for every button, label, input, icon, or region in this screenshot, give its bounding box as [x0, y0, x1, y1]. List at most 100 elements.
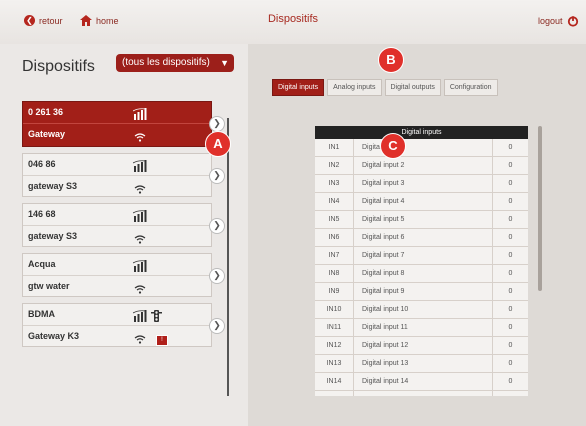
input-code: IN13 — [315, 355, 354, 372]
device-name: gateway S3 — [28, 181, 78, 191]
wifi-icon — [134, 129, 146, 147]
page-title: Dispositifs — [267, 13, 319, 25]
table-row: IN3 Digital input 3 0 — [315, 175, 528, 193]
input-label: Digital input 6 — [354, 229, 493, 246]
wifi-icon — [134, 331, 146, 349]
tab-configuration[interactable]: Configuration — [443, 79, 498, 96]
device-name: Gateway K3 — [28, 331, 80, 341]
input-value: 0 — [508, 360, 513, 367]
device-filter-select[interactable]: (tous les dispositifs) ▼ — [116, 54, 234, 72]
device-status-icons — [132, 259, 147, 277]
device-status-icons — [132, 159, 147, 177]
device-open-button[interactable]: ❯ — [209, 318, 225, 334]
table-row: IN12 Digital input 12 0 — [315, 337, 528, 355]
input-value: 0 — [508, 216, 513, 223]
tab-digital-outputs[interactable]: Digital outputs — [384, 79, 441, 96]
input-label: Digital input 11 — [354, 319, 493, 336]
devices-heading: Dispositifs — [22, 58, 95, 75]
device-name: Gateway — [28, 129, 66, 139]
signal-bars-icon — [132, 259, 147, 277]
device-card[interactable]: 146 68 gateway S3 ❯ — [22, 203, 225, 249]
input-code: IN1 — [315, 139, 354, 156]
input-label: Digital input 9 — [354, 283, 493, 300]
device-open-button[interactable]: ❯ — [209, 218, 225, 234]
device-status-icons — [132, 309, 162, 327]
table-row: IN4 Digital input 4 0 — [315, 193, 528, 211]
input-value: 0 — [508, 144, 513, 151]
table-row: IN14 Digital input 14 0 — [315, 373, 528, 391]
device-card[interactable]: Acqua gtw water ❯ — [22, 253, 225, 299]
table-body: IN1Digital input 10IN2Digital input 20IN… — [315, 139, 528, 396]
device-id: BDMA — [23, 304, 211, 326]
signal-bars-icon — [132, 309, 147, 327]
marker-a: A — [205, 131, 231, 157]
table-row: IN1Digital input 1 0 — [315, 139, 528, 157]
input-label: Digital input 1 — [354, 139, 493, 156]
input-label: Digital input 12 — [354, 337, 493, 354]
device-list-scrollbar[interactable] — [227, 118, 229, 396]
input-label: Digital input 14 — [354, 373, 493, 390]
input-value: 0 — [508, 252, 513, 259]
table-row: IN6 Digital input 6 0 — [315, 229, 528, 247]
input-code: IN3 — [315, 175, 354, 192]
chevron-down-icon: ▼ — [220, 58, 229, 68]
signal-bars-icon — [132, 107, 147, 125]
wifi-icon — [134, 231, 146, 249]
device-filter-value: (tous les dispositifs) — [122, 57, 210, 68]
logout-button[interactable]: logout — [538, 15, 579, 27]
marker-b: B — [378, 47, 404, 73]
device-connection-icons — [134, 129, 146, 147]
input-label: Digital input 10 — [354, 301, 493, 318]
top-bar: ❮ retour home Dispositifs logout — [0, 0, 586, 45]
device-list: 0 261 36 Gateway ❯ 046 86 gateway S3 ❯ 146 68 g… — [22, 101, 232, 353]
input-value: 0 — [508, 324, 513, 331]
table-row: IN5 Digital input 5 0 — [315, 211, 528, 229]
device-status-icons — [132, 209, 147, 227]
input-code: IN7 — [315, 247, 354, 264]
input-label: Digital input 8 — [354, 265, 493, 282]
device-open-button[interactable]: ❯ — [209, 116, 225, 132]
tab-digital-inputs[interactable]: Digital inputs — [272, 79, 325, 96]
device-name: gateway S3 — [28, 231, 78, 241]
input-code: IN12 — [315, 337, 354, 354]
signal-bars-icon — [132, 159, 147, 177]
logout-label: logout — [538, 16, 563, 26]
traffic-light-icon — [151, 309, 162, 327]
device-card[interactable]: 046 86 gateway S3 ❯ — [22, 153, 225, 199]
device-open-button[interactable]: ❯ — [209, 168, 225, 184]
device-status-icons — [132, 107, 147, 125]
input-value: 0 — [508, 270, 513, 277]
input-value: 0 — [508, 288, 513, 295]
table-row: IN11 Digital input 11 0 — [315, 319, 528, 337]
tab-analog-inputs[interactable]: Analog inputs — [327, 79, 382, 96]
device-connection-icons — [134, 181, 146, 199]
input-label: Digital input 4 — [354, 193, 493, 210]
input-code: IN2 — [315, 157, 354, 174]
table-row: IN8 Digital input 8 0 — [315, 265, 528, 283]
input-code: IN9 — [315, 283, 354, 300]
device-id: Acqua — [23, 254, 211, 276]
input-label: Digital input 2 — [354, 157, 493, 174]
input-code: IN14 — [315, 373, 354, 390]
input-label: Digital input 13 — [354, 355, 493, 372]
device-open-button[interactable]: ❯ — [209, 268, 225, 284]
input-code: IN8 — [315, 265, 354, 282]
input-code: IN6 — [315, 229, 354, 246]
table-scrollbar[interactable] — [538, 126, 542, 291]
table-row: IN7 Digital input 7 0 — [315, 247, 528, 265]
wifi-icon — [134, 281, 146, 299]
input-value: 0 — [508, 198, 513, 205]
device-id: 046 86 — [23, 154, 211, 176]
table-row: IN15Digital input 150 — [315, 391, 528, 396]
input-value: 0 — [508, 342, 513, 349]
device-card[interactable]: BDMA Gateway K3! ❯ — [22, 303, 225, 349]
device-connection-icons — [134, 281, 146, 299]
device-card[interactable]: 0 261 36 Gateway ❯ — [22, 101, 225, 147]
input-code: IN10 — [315, 301, 354, 318]
input-value: 0 — [508, 162, 513, 169]
digital-inputs-table: Digital inputs IN1Digital input 10IN2Dig… — [315, 126, 528, 396]
device-id: 0 261 36 — [23, 102, 211, 124]
input-value: 0 — [508, 378, 513, 385]
input-code: IN4 — [315, 193, 354, 210]
input-code: IN5 — [315, 211, 354, 228]
